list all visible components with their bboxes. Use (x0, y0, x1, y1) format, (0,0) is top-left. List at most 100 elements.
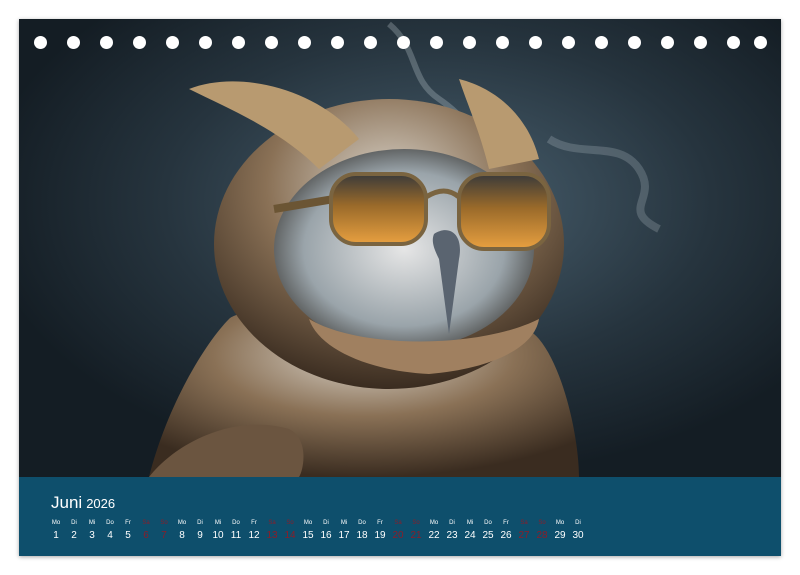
binding-hole (463, 36, 476, 49)
day-cell: Fr 26 (497, 517, 515, 543)
day-cell: Mo 22 (425, 517, 443, 543)
day-cell: Di 16 (317, 517, 335, 543)
day-number: 26 (500, 530, 512, 541)
day-cell: Fr 19 (371, 517, 389, 543)
weekday-label: Di (323, 520, 329, 526)
day-cell: Mi 24 (461, 517, 479, 543)
weekday-label: Do (358, 520, 366, 526)
day-number: 24 (464, 530, 476, 541)
day-number: 7 (161, 530, 167, 541)
weekday-label: Mi (214, 520, 222, 526)
weekday-label: So (412, 520, 420, 526)
binding-hole (628, 36, 641, 49)
binding-hole (67, 36, 80, 49)
day-number: 9 (197, 530, 203, 541)
binding-holes (19, 19, 781, 67)
day-cell: Mo 1 (47, 517, 65, 543)
weekday-label: Fr (251, 520, 257, 526)
day-cell: So 28 (533, 517, 551, 543)
day-cell: So 7 (155, 517, 173, 543)
day-number: 25 (482, 530, 494, 541)
month-year: 2026 (86, 496, 116, 511)
day-cell: Do 25 (479, 517, 497, 543)
weekday-label: Sa (520, 520, 528, 526)
day-cell: Sa 13 (263, 517, 281, 543)
binding-hole (694, 36, 707, 49)
day-cell: Mo 15 (299, 517, 317, 543)
day-number: 13 (266, 530, 278, 541)
day-number: 12 (248, 530, 260, 541)
day-cell: Mi 17 (335, 517, 353, 543)
owl-illustration (19, 19, 781, 477)
month-name: Juni (51, 493, 83, 512)
binding-hole (727, 36, 740, 49)
weekday-label: Fr (377, 520, 383, 526)
binding-hole (100, 36, 113, 49)
binding-hole (34, 36, 47, 49)
day-number: 16 (320, 530, 332, 541)
day-number: 17 (338, 530, 350, 541)
weekday-label: Fr (503, 520, 509, 526)
binding-hole (661, 36, 674, 49)
binding-hole (199, 36, 212, 49)
binding-hole (331, 36, 344, 49)
day-cell: Di 2 (65, 517, 83, 543)
weekday-label: Di (449, 520, 455, 526)
days-row: Mo 1 Di 2 Mi 3 Do 4 Fr 5 Sa 6 So 7 Mo 8 Di 9 Mi 10 Do 11 Fr 12 S… (47, 517, 587, 543)
day-number: 29 (554, 530, 566, 541)
day-cell: Di 30 (569, 517, 587, 543)
day-cell: So 21 (407, 517, 425, 543)
day-number: 30 (572, 530, 584, 541)
weekday-label: Do (106, 520, 114, 526)
binding-hole (133, 36, 146, 49)
binding-hole (265, 36, 278, 49)
weekday-label: Di (575, 520, 581, 526)
weekday-label: So (538, 520, 546, 526)
day-number: 22 (428, 530, 440, 541)
day-number: 23 (446, 530, 458, 541)
weekday-label: Mo (303, 520, 313, 526)
day-number: 3 (89, 530, 95, 541)
binding-hole (754, 36, 767, 49)
binding-hole (496, 36, 509, 49)
day-number: 1 (53, 530, 59, 541)
binding-hole (430, 36, 443, 49)
weekday-label: So (286, 520, 294, 526)
day-cell: Mo 8 (173, 517, 191, 543)
day-cell: Mi 10 (209, 517, 227, 543)
calendar-bar: Juni 2026 Mo 1 Di 2 Mi 3 Do 4 Fr 5 Sa 6 So 7 Mo 8 Di 9 Mi 10… (19, 477, 781, 556)
day-number: 20 (392, 530, 404, 541)
day-number: 15 (302, 530, 314, 541)
day-number: 8 (179, 530, 185, 541)
day-number: 21 (410, 530, 422, 541)
weekday-label: Do (484, 520, 492, 526)
day-number: 14 (284, 530, 296, 541)
day-number: 5 (125, 530, 131, 541)
weekday-label: Do (232, 520, 240, 526)
weekday-label: So (160, 520, 168, 526)
day-number: 28 (536, 530, 548, 541)
calendar-page: Juni 2026 Mo 1 Di 2 Mi 3 Do 4 Fr 5 Sa 6 So 7 Mo 8 Di 9 Mi 10… (19, 19, 781, 556)
day-number: 18 (356, 530, 368, 541)
weekday-label: Di (197, 520, 203, 526)
day-cell: Mi 3 (83, 517, 101, 543)
binding-hole (298, 36, 311, 49)
weekday-label: Sa (394, 520, 402, 526)
day-number: 10 (212, 530, 224, 541)
weekday-label: Mi (466, 520, 474, 526)
day-cell: Do 4 (101, 517, 119, 543)
day-number: 4 (107, 530, 113, 541)
binding-hole (364, 36, 377, 49)
day-cell: Di 23 (443, 517, 461, 543)
day-number: 2 (71, 530, 77, 541)
weekday-label: Mi (88, 520, 96, 526)
binding-hole (562, 36, 575, 49)
binding-hole (397, 36, 410, 49)
binding-hole (166, 36, 179, 49)
weekday-label: Di (71, 520, 77, 526)
weekday-label: Mi (340, 520, 348, 526)
day-cell: Do 11 (227, 517, 245, 543)
day-number: 27 (518, 530, 530, 541)
owl-photo (19, 19, 781, 477)
weekday-label: Sa (142, 520, 150, 526)
